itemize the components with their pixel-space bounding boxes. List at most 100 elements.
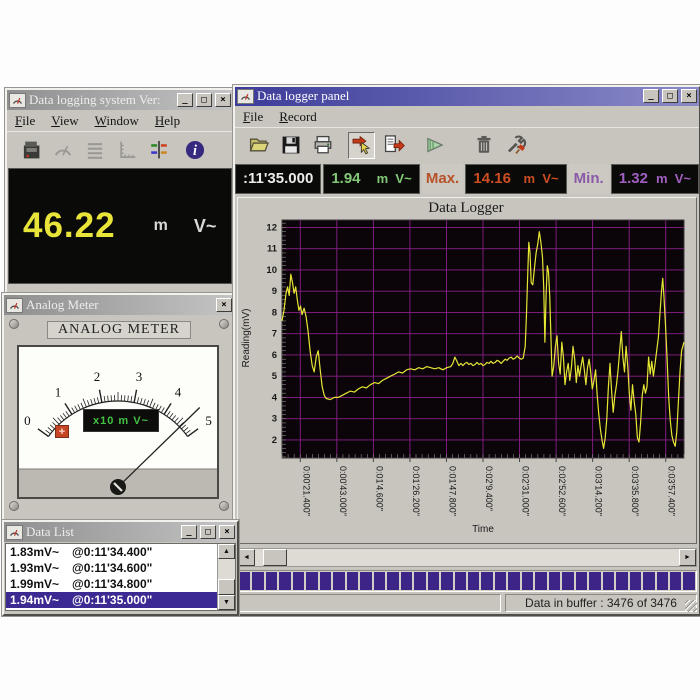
close-button[interactable]: × <box>215 93 231 107</box>
list-item-value: 1.99mV~ <box>10 577 72 591</box>
minor-tick <box>186 430 191 434</box>
list-item-value: 1.83mV~ <box>10 545 72 559</box>
minimize-button[interactable]: _ <box>181 525 197 539</box>
meter-button[interactable] <box>49 136 76 163</box>
save-button[interactable] <box>277 132 304 159</box>
major-tick <box>99 390 101 403</box>
menu-window[interactable]: Window <box>95 113 139 129</box>
minor-tick <box>184 427 189 431</box>
scroll-thumb[interactable] <box>218 579 235 595</box>
close-button[interactable]: × <box>681 89 697 103</box>
menu-record[interactable]: Record <box>279 109 317 125</box>
panel-toolbar <box>235 127 699 163</box>
analog-meter-face: x10 m V~ + 012345 <box>17 345 219 499</box>
menu-file[interactable]: File <box>15 113 35 129</box>
major-tick <box>65 403 72 414</box>
meter-icon <box>52 139 74 161</box>
minor-tick <box>131 396 132 402</box>
minor-tick <box>104 396 105 402</box>
open-button[interactable] <box>245 132 272 159</box>
panel-titlebar[interactable]: Data logger panel _ □ × <box>235 87 699 106</box>
play-icon <box>424 134 446 156</box>
list-item[interactable]: 1.83mV~@0:11'34.400" <box>6 544 217 560</box>
max-unit: m V~ <box>524 171 559 186</box>
buffer-block <box>576 572 587 591</box>
minor-tick <box>161 408 164 413</box>
app-gauge-icon <box>6 525 23 540</box>
list-button[interactable] <box>81 136 108 163</box>
datalist-titlebar[interactable]: Data List _ □ × <box>4 522 237 542</box>
maximize-button[interactable]: □ <box>200 525 216 539</box>
y-tick-label: 11 <box>267 243 278 254</box>
horizontal-scrollbar[interactable]: ◄ ► <box>237 548 697 567</box>
minor-tick <box>58 418 62 423</box>
list-icon <box>84 139 106 161</box>
record-button[interactable] <box>348 132 375 159</box>
analog-titlebar[interactable]: Analog Meter × <box>4 295 234 315</box>
digital-readout-display: 46.22 m V~ <box>8 168 232 284</box>
x-tick-label: 0:02'52.600" <box>557 466 567 516</box>
resize-grip[interactable] <box>685 600 697 612</box>
data-logging-system-window: Data logging system Ver: _ □ × File View W… <box>5 88 235 295</box>
close-button[interactable]: × <box>219 525 235 539</box>
maximize-button[interactable]: □ <box>662 89 678 103</box>
list-item[interactable]: 1.99mV~@0:11'34.800" <box>6 576 217 592</box>
save-icon <box>280 134 302 156</box>
major-tick <box>134 390 136 403</box>
app-gauge-icon <box>9 93 26 108</box>
list-item-time: @0:11'34.800" <box>72 577 152 591</box>
x-tick-label: 0:01'26.200" <box>411 466 421 516</box>
maximize-button[interactable]: □ <box>196 93 212 107</box>
major-tick <box>164 403 171 414</box>
logging-titlebar[interactable]: Data logging system Ver: _ □ × <box>7 90 233 110</box>
print-icon <box>312 134 334 156</box>
plus-button[interactable]: + <box>55 425 69 438</box>
buffer-block <box>374 572 385 591</box>
buffer-block <box>481 572 492 591</box>
menu-file[interactable]: File <box>243 109 263 125</box>
play-button[interactable] <box>421 132 448 159</box>
major-tick <box>188 429 199 437</box>
scroll-up-button[interactable]: ▲ <box>218 544 235 559</box>
close-button[interactable]: × <box>216 298 232 312</box>
scroll-track[interactable] <box>218 559 235 595</box>
reading-value: 46.22 <box>23 206 116 246</box>
list-item-time: @0:11'35.000" <box>72 593 152 607</box>
scroll-track[interactable] <box>255 549 679 566</box>
menu-help[interactable]: Help <box>155 113 180 129</box>
current-value-display: 1.94 m V~ <box>323 164 419 194</box>
min-label: Min. <box>569 164 609 194</box>
scroll-right-button[interactable]: ► <box>679 549 696 566</box>
info-button[interactable]: i <box>181 136 208 163</box>
scale-numeral: 0 <box>24 413 31 428</box>
print-button[interactable] <box>309 132 336 159</box>
minor-tick <box>91 399 93 405</box>
minor-tick <box>75 406 78 411</box>
minor-tick <box>169 413 173 418</box>
setup-button[interactable] <box>502 132 529 159</box>
minimize-button[interactable]: _ <box>643 89 659 103</box>
vertical-scrollbar[interactable]: ▲ ▼ <box>217 544 235 610</box>
window-title: Data List <box>26 524 178 540</box>
chart-button[interactable] <box>113 136 140 163</box>
record-icon <box>351 134 373 156</box>
minor-tick <box>172 415 176 420</box>
logger-button[interactable] <box>17 136 44 163</box>
export-button[interactable] <box>380 132 407 159</box>
window-title: Analog Meter <box>26 297 213 313</box>
minor-tick <box>144 399 146 405</box>
minor-tick <box>50 425 54 429</box>
list-item[interactable]: 1.93mV~@0:11'34.600" <box>6 560 217 576</box>
minor-tick <box>60 415 64 420</box>
panel-button[interactable] <box>145 136 172 163</box>
menu-view[interactable]: View <box>51 113 78 129</box>
y-tick-label: 5 <box>272 371 278 382</box>
status-bar: Data in buffer : 3476 of 3476 <box>237 594 697 612</box>
scroll-left-button[interactable]: ◄ <box>238 549 255 566</box>
minor-tick <box>72 408 75 413</box>
scroll-down-button[interactable]: ▼ <box>218 595 235 610</box>
delete-button[interactable] <box>470 132 497 159</box>
minimize-button[interactable]: _ <box>177 93 193 107</box>
scroll-thumb[interactable] <box>263 549 287 566</box>
list-item[interactable]: 1.94mV~@0:11'35.000" <box>6 592 217 608</box>
